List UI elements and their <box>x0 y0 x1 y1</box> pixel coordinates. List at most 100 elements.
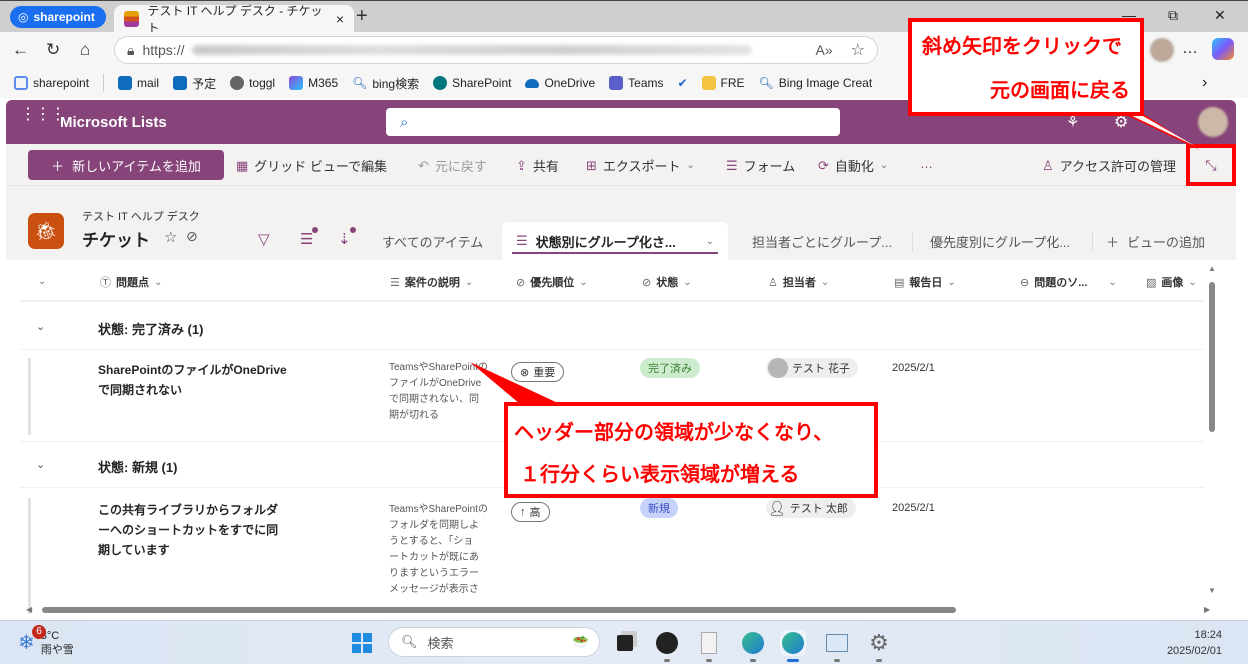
bookmark-fre[interactable]: FRE <box>701 76 745 90</box>
home-button[interactable]: ⌂ <box>80 40 90 60</box>
browser-tab[interactable]: テスト IT ヘルプ デスク - チケット × <box>114 4 354 35</box>
bookmark-teams[interactable]: Teams <box>609 76 663 90</box>
add-view-button[interactable]: ＋ ビューの追加 <box>1092 222 1219 260</box>
copilot-icon[interactable] <box>1212 38 1234 60</box>
group-by-icon[interactable]: ☰ <box>300 227 319 248</box>
settings-gear-icon[interactable]: ⚙ <box>866 630 892 662</box>
horizontal-scroll-thumb[interactable] <box>42 607 956 613</box>
obs-icon[interactable] <box>654 630 680 662</box>
bookmark-bing[interactable]: 🔍︎ bing検索 <box>352 75 419 92</box>
tab-close-button[interactable]: × <box>336 11 344 27</box>
chevron-down-icon[interactable]: ⌄ <box>706 236 714 247</box>
edge-profile-icon[interactable] <box>780 630 806 662</box>
close-window-button[interactable]: ✕ <box>1214 7 1226 24</box>
bookmark-mail[interactable]: mail <box>118 76 159 90</box>
share-button[interactable]: ⇪ 共有 <box>516 156 559 175</box>
bookmark-schedule[interactable]: 予定 <box>173 75 216 92</box>
url-input[interactable]: 🔒︎ https:// A» ☆ <box>114 36 878 64</box>
row-selection-bar[interactable] <box>28 358 31 435</box>
list-header: 🐞︎ テスト IT ヘルプ デスク チケット ☆ ⊘ ▽ ☰ ⇣ すべてのアイテ… <box>6 186 1236 260</box>
refresh-button[interactable]: ↻ <box>46 40 60 60</box>
task-view-icon[interactable] <box>612 630 638 656</box>
chevron-down-icon[interactable]: ⌄ <box>36 320 45 333</box>
view-tab-all-items[interactable]: すべてのアイテム <box>368 222 497 260</box>
view-tab-group-by-status[interactable]: ☰ 状態別にグループ化さ... ⌄ <box>502 222 728 260</box>
profile-avatar[interactable] <box>1150 38 1174 62</box>
export-button[interactable]: ⊞ エクスポート ⌄ <box>586 156 695 175</box>
forms-label: フォーム <box>743 159 796 174</box>
column-header-issue-source[interactable]: ⊖ 問題のソ... ⌄ <box>1020 274 1117 290</box>
horizontal-scrollbar[interactable]: ◀ ▶ <box>20 604 1216 616</box>
profile-button[interactable]: ◎ sharepoint <box>10 6 106 28</box>
user-avatar[interactable] <box>1198 107 1228 137</box>
column-header-description[interactable]: ☰ 案件の説明 ⌄ <box>390 274 473 290</box>
performance-monitor-icon[interactable] <box>824 630 850 662</box>
read-aloud-icon[interactable]: A» <box>816 42 833 58</box>
search-input[interactable]: ⌕ <box>386 108 840 136</box>
scroll-right-arrow-icon[interactable]: ▶ <box>1204 605 1210 614</box>
automate-button[interactable]: ⟳ 自動化 ⌄ <box>818 156 888 175</box>
column-header-issue[interactable]: Ⓣ 問題点 ⌄ <box>100 274 162 290</box>
bookmark-onedrive[interactable]: OneDrive <box>525 76 595 90</box>
bookmarks-overflow-button[interactable]: › <box>1202 74 1207 92</box>
bookmark-toggl[interactable]: toggl <box>230 76 275 90</box>
view-tab-group-by-assignee[interactable]: 担当者ごとにグループ... <box>738 222 906 260</box>
exit-focus-mode-button[interactable]: ⤡ <box>1186 144 1236 186</box>
edge-icon[interactable] <box>740 630 766 662</box>
view-tab-group-by-priority[interactable]: 優先度別にグループ化... <box>916 222 1084 260</box>
table-row[interactable]: この共有ライブラリからフォルダ ーへのショートカットをすでに同 期しています T… <box>20 490 1204 618</box>
more-commands-button[interactable]: … <box>920 156 933 171</box>
priority-pill: ⊗ 重要 <box>511 362 565 382</box>
app-title[interactable]: Microsoft Lists <box>60 114 167 131</box>
notepad-icon[interactable] <box>696 630 722 662</box>
multiline-icon: ☰ <box>390 276 400 289</box>
app-launcher-icon[interactable]: ⋮⋮⋮ <box>20 107 66 123</box>
scroll-left-arrow-icon[interactable]: ◀ <box>26 605 32 614</box>
new-tab-button[interactable]: + <box>356 5 368 28</box>
back-button[interactable]: ← <box>12 40 29 60</box>
assignee-name: テスト 花子 <box>792 363 851 375</box>
bookmark-m365[interactable]: M365 <box>289 76 338 90</box>
outlook-icon <box>118 76 133 90</box>
assignee-pill[interactable]: テスト 花子 <box>766 358 859 378</box>
column-header-assignee[interactable]: ♙ 担当者 ⌄ <box>768 274 829 290</box>
manage-access-button[interactable]: ♙ アクセス許可の管理 <box>1042 156 1176 175</box>
site-name[interactable]: テスト IT ヘルプ デスク <box>82 208 200 224</box>
bookmark-todo[interactable]: ✔ <box>677 76 687 90</box>
bookmark-sharepoint[interactable]: sharepoint <box>14 76 89 90</box>
vertical-scrollbar[interactable]: ▲ ▼ <box>1206 264 1218 604</box>
new-item-button[interactable]: ＋ 新しいアイテムを追加 <box>28 150 224 180</box>
favorite-star-icon[interactable]: ☆ <box>164 228 177 246</box>
browser-menu-button[interactable]: … <box>1182 40 1198 58</box>
restore-button[interactable]: ⧉ <box>1168 7 1178 24</box>
collapse-all-chevron-icon[interactable]: ⌄ <box>38 276 46 287</box>
tab-title: テスト IT ヘルプ デスク - チケット <box>147 4 323 35</box>
weather-widget[interactable]: ❄ 6 3°C 雨や雪 <box>18 625 74 657</box>
assignee-pill[interactable]: 👤︎ テスト 太郎 <box>766 498 856 518</box>
cell-text: りますというエラー <box>389 568 479 579</box>
taskbar-search[interactable]: 🔍︎ 検索 🥗 <box>388 627 600 657</box>
filter-icon[interactable]: ▽ <box>258 230 270 248</box>
scroll-up-arrow-icon[interactable]: ▲ <box>1208 264 1216 273</box>
favorite-star-icon[interactable]: ☆ <box>851 40 865 60</box>
column-header-priority[interactable]: ⊘ 優先順位 ⌄ <box>516 274 588 290</box>
forms-button[interactable]: ☰ フォーム <box>726 156 795 175</box>
chevron-down-icon[interactable]: ⌄ <box>36 458 45 471</box>
check-circle-icon[interactable]: ⊘ <box>186 228 198 245</box>
scroll-down-arrow-icon[interactable]: ▼ <box>1208 586 1216 595</box>
cell-issue[interactable]: SharePointのファイルがOneDrive で同期されない <box>98 360 318 400</box>
system-clock[interactable]: 18:24 2025/02/01 <box>1167 627 1222 659</box>
bookmark-bing-image[interactable]: 🔍︎ Bing Image Creat <box>759 76 873 90</box>
vertical-scroll-thumb[interactable] <box>1209 282 1215 432</box>
column-header-image[interactable]: ▨ 画像 ⌄ <box>1146 274 1197 290</box>
bookmark-sharepoint-site[interactable]: SharePoint <box>433 76 511 90</box>
grid-edit-button[interactable]: ▦ グリッド ビューで編集 <box>236 156 387 175</box>
sort-icon[interactable]: ⇣ <box>338 227 356 248</box>
column-header-status[interactable]: ⊘ 状態 ⌄ <box>642 274 692 290</box>
undo-button[interactable]: ↶ 元に戻す <box>418 156 487 175</box>
group-header-completed[interactable]: ⌄ 状態: 完了済み (1) <box>20 304 1204 350</box>
cell-issue[interactable]: この共有ライブラリからフォルダ ーへのショートカットをすでに同 期しています <box>98 500 318 560</box>
windows-start-icon[interactable] <box>352 633 372 653</box>
column-header-report-date[interactable]: ▤ 報告日 ⌄ <box>894 274 956 290</box>
row-selection-bar[interactable] <box>28 498 31 614</box>
